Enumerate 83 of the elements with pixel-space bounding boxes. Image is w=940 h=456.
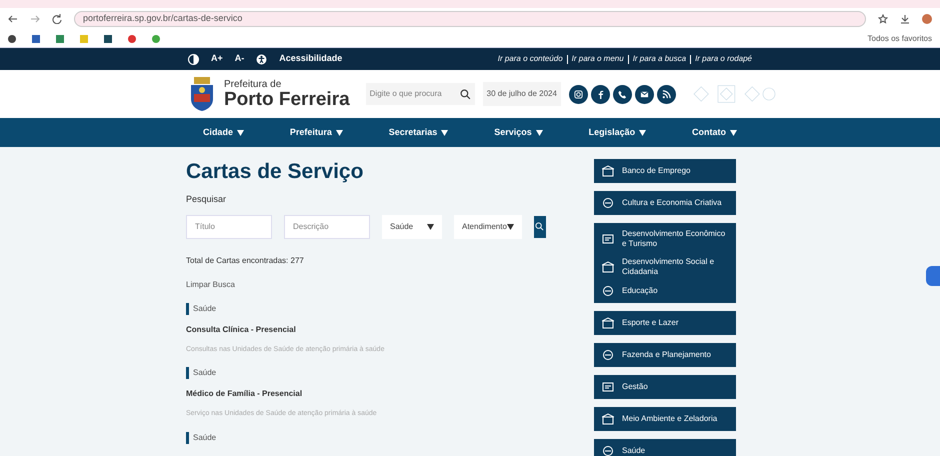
caret-icon — [426, 224, 434, 230]
search-label: Pesquisar — [186, 193, 228, 206]
download-icon[interactable] — [900, 14, 910, 24]
category-link[interactable]: Desenvolvimento Social e Cidadania — [602, 257, 728, 277]
caret-icon — [536, 130, 543, 136]
category-link[interactable]: Saúde — [602, 445, 728, 456]
address-bar[interactable]: portoferreira.sp.gov.br/cartas-de-servico — [74, 11, 866, 27]
nav-menu-item[interactable]: Cidade — [202, 126, 244, 140]
caret-icon — [336, 130, 343, 136]
bookmark-icon[interactable] — [128, 34, 136, 42]
profile-avatar[interactable] — [922, 14, 932, 24]
category-icon — [602, 233, 614, 245]
category-link[interactable]: Fazenda e Planejamento — [602, 349, 728, 361]
search-icon — [535, 222, 544, 232]
skip-link[interactable]: Ir para o conteúdo — [498, 53, 563, 65]
page-title: Cartas de Serviço — [186, 159, 364, 185]
category-tag: Saúde — [186, 302, 216, 315]
font-increase-button[interactable]: A+ — [211, 52, 223, 66]
bookmark-icon[interactable] — [104, 34, 112, 42]
caret-icon — [730, 130, 738, 136]
category-link[interactable]: Desenvolvimento Econômico e Turismo — [602, 229, 728, 249]
skip-link[interactable]: Ir para a busca — [632, 53, 686, 65]
category-icon — [602, 285, 614, 297]
search-button[interactable] — [534, 216, 546, 238]
chat-button[interactable] — [926, 266, 940, 286]
caret-icon — [441, 130, 448, 136]
nav-menu-item[interactable]: Serviços — [494, 126, 543, 140]
nav-menu-item[interactable]: Secretarias — [388, 126, 448, 140]
bookmark-icon[interactable] — [8, 34, 16, 42]
bookmark-icon[interactable] — [32, 34, 40, 42]
category-link[interactable]: Meio Ambiente e Zeladoria — [602, 413, 728, 425]
site-search-field[interactable]: Digite o que procura — [366, 83, 475, 105]
logo-title: Porto Ferreira — [224, 90, 350, 108]
category-link[interactable]: Educação — [602, 285, 728, 297]
caret-icon — [506, 224, 514, 230]
category-icon — [602, 349, 614, 361]
category-link[interactable]: Cultura e Economia Criativa — [602, 197, 728, 209]
skip-link[interactable]: Ir para o rodapé — [695, 53, 752, 65]
nav-menu-item[interactable]: Contato — [692, 126, 738, 140]
font-decrease-button[interactable]: A- — [234, 52, 244, 66]
select-field[interactable]: Atendimento — [454, 214, 522, 239]
category-icon — [602, 261, 614, 273]
results-count: Total de Cartas encontradas: 277 — [186, 254, 305, 267]
category-icon — [602, 413, 614, 425]
result-title[interactable]: Consulta Clínica - Presencial — [186, 324, 546, 336]
category-link[interactable]: Gestão — [602, 381, 728, 393]
accessibility-link[interactable]: Acessibilidade — [279, 52, 342, 66]
email-icon[interactable] — [634, 84, 654, 104]
caret-icon — [236, 130, 244, 136]
select-field[interactable]: Saúde — [382, 214, 442, 239]
reload-icon[interactable] — [52, 14, 62, 24]
skip-link[interactable]: Ir para o menu — [572, 53, 624, 65]
logo-subtitle: Prefeitura de — [224, 80, 282, 90]
search-input[interactable]: Digite o que procura — [370, 88, 460, 100]
star-icon[interactable] — [878, 14, 888, 24]
contrast-icon[interactable] — [188, 54, 199, 64]
back-icon[interactable] — [8, 14, 18, 24]
category-icon — [602, 381, 614, 393]
caret-icon — [639, 130, 646, 136]
category-link[interactable]: Banco de Emprego — [602, 165, 728, 177]
category-icon — [602, 317, 614, 329]
search-icon[interactable] — [460, 88, 471, 100]
rss-icon[interactable] — [656, 84, 676, 104]
instagram-icon[interactable] — [568, 84, 588, 104]
accessibility-icon[interactable] — [256, 54, 268, 64]
date-text: 30 de julho de 2024 — [482, 82, 561, 106]
category-icon — [602, 445, 614, 456]
clear-search-link[interactable]: Limpar Busca — [186, 278, 235, 291]
category-icon — [602, 165, 614, 177]
bookmark-icon[interactable] — [56, 34, 64, 42]
input-field[interactable]: Título — [186, 214, 272, 239]
result-title[interactable]: Médico de Família - Presencial — [186, 388, 546, 400]
nav-menu-item[interactable]: Prefeitura — [290, 126, 343, 140]
category-link[interactable]: Esporte e Lazer — [602, 317, 728, 329]
facebook-icon[interactable] — [590, 84, 610, 104]
nav-menu-item[interactable]: Legislação — [588, 126, 646, 140]
category-tag: Saúde — [186, 367, 216, 380]
phone-icon[interactable] — [612, 84, 632, 104]
category-icon — [602, 197, 614, 209]
category-tag: Saúde — [186, 432, 216, 444]
bookmarks-folder[interactable]: Todos os favoritos — [868, 32, 932, 44]
coat-of-arms-logo[interactable] — [188, 76, 216, 112]
input-field[interactable]: Descrição — [284, 214, 370, 239]
